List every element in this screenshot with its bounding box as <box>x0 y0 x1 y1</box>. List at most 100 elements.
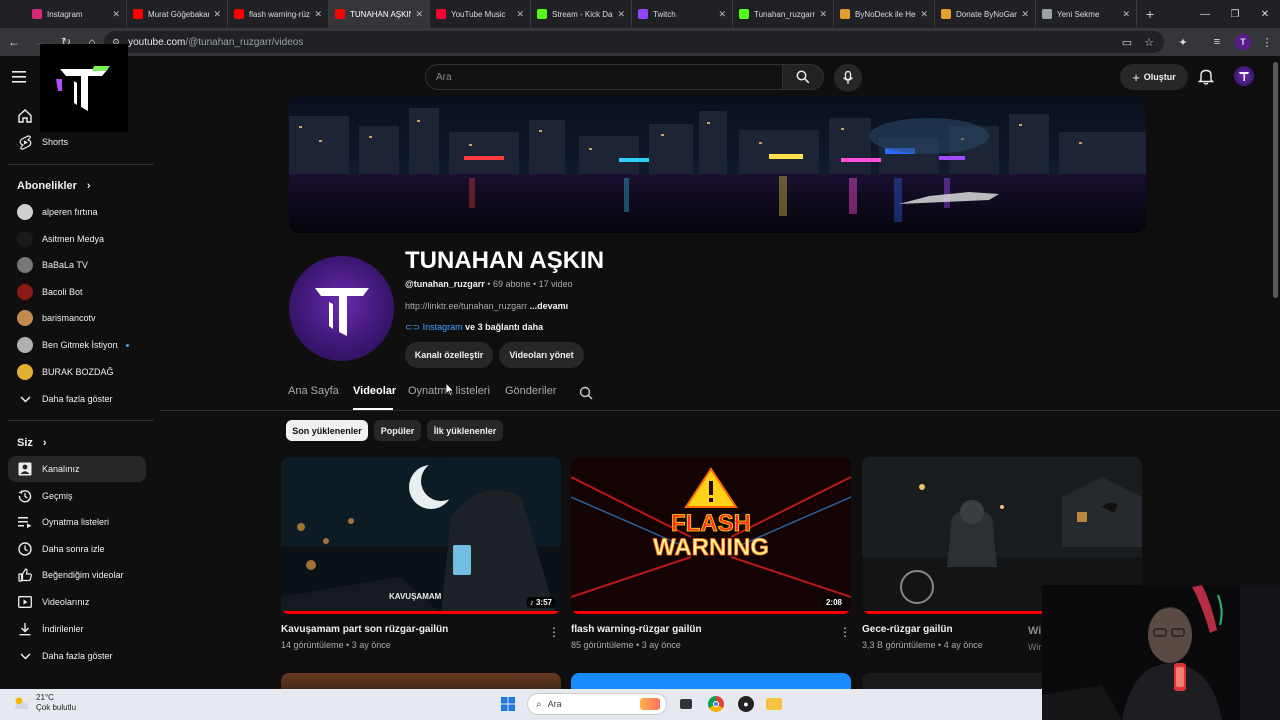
video-thumbnail[interactable]: FLASH WARNING 2:08 <box>571 457 851 614</box>
page-scrollbar[interactable] <box>1273 62 1278 298</box>
tab-home[interactable]: Ana Sayfa <box>288 385 339 397</box>
sidebar-subscription[interactable]: Asitmen Medya <box>8 226 146 252</box>
close-tab-icon[interactable]: ✕ <box>314 9 322 20</box>
sidebar-item-channel[interactable]: Kanalınız <box>8 456 146 482</box>
video-title[interactable]: Kavuşamam part son rüzgar-gailün <box>281 624 448 635</box>
video-menu-icon[interactable]: ⋮ <box>548 625 560 639</box>
chip-popular[interactable]: Popüler <box>374 420 421 441</box>
browser-tab-label: Murat Göğebakan <box>148 9 210 19</box>
weather-widget[interactable]: 21°C Çok bulutlu <box>14 693 76 713</box>
profile-avatar[interactable]: T <box>1232 30 1254 54</box>
close-tab-icon[interactable]: ✕ <box>112 9 120 20</box>
maximize-icon[interactable]: ❐ <box>1220 0 1250 28</box>
chip-oldest[interactable]: İlk yüklenenler <box>427 420 503 441</box>
close-tab-icon[interactable]: ✕ <box>415 9 423 20</box>
close-tab-icon[interactable]: ✕ <box>1021 9 1029 20</box>
search-icon <box>796 70 810 84</box>
address-bar[interactable]: ⚙ youtube.com/@tunahan_ruzgarr/videos <box>104 31 1164 53</box>
search-button[interactable] <box>782 64 824 90</box>
video-thumbnail[interactable]: KAVUŞAMAM ♪ 3:57 <box>281 457 561 614</box>
channel-description[interactable]: http://linktr.ee/tunahan_ruzgarr ...deva… <box>405 301 568 311</box>
cropped-meta-text: Wir <box>1028 642 1042 652</box>
browser-tab[interactable]: Donate ByNoGame ✕ <box>935 0 1036 28</box>
close-tab-icon[interactable]: ✕ <box>617 9 625 20</box>
extensions-icon[interactable]: ✦ <box>1172 30 1194 54</box>
channel-meta: @tunahan_ruzgarr • 69 abone • 17 video <box>405 279 573 289</box>
sidebar-item-like[interactable]: Beğendiğim videolar <box>8 562 146 588</box>
subscriptions-heading[interactable]: Abonelikler › <box>17 180 91 192</box>
minimize-icon[interactable]: — <box>1190 0 1220 28</box>
video-title[interactable]: flash warning-rüzgar gailün <box>571 624 702 635</box>
file-explorer-icon[interactable] <box>764 694 784 714</box>
new-tab-button[interactable]: + <box>1137 6 1163 22</box>
browser-tab[interactable]: TUNAHAN AŞKIN ✕ <box>329 0 430 28</box>
browser-tab[interactable]: flash warning-rüzgar ✕ <box>228 0 329 28</box>
video-duration: 2:08 <box>822 597 845 608</box>
customize-channel-button[interactable]: Kanalı özelleştir <box>405 342 493 368</box>
sidebar-subscription[interactable]: barismancotv <box>8 305 146 331</box>
bookmark-star-icon[interactable]: ☆ <box>1138 30 1160 54</box>
task-view-icon[interactable] <box>676 694 696 714</box>
sidebar-item-clock[interactable]: Daha sonra izle <box>8 536 146 562</box>
channel-search-icon[interactable] <box>579 386 593 405</box>
sidebar-subscription[interactable]: alperen fırtına <box>8 199 146 225</box>
browser-tab[interactable]: ByNoDeck ile Hediye ✕ <box>834 0 935 28</box>
sidebar-subscription[interactable]: Bacoli Bot <box>8 279 146 305</box>
channel-link-more[interactable]: ve 3 bağlantı daha <box>463 322 543 332</box>
channel-description-more[interactable]: ...devamı <box>530 301 569 311</box>
cast-icon[interactable]: ▭ <box>1116 30 1138 54</box>
close-tab-icon[interactable]: ✕ <box>819 9 827 20</box>
browser-tab[interactable]: Instagram ✕ <box>26 0 127 28</box>
browser-menu-icon[interactable]: ⋮ <box>1256 30 1278 54</box>
channel-links[interactable]: ⊂⊃ Instagram ve 3 bağlantı daha <box>405 322 543 333</box>
sidebar-subscription[interactable]: Ben Gitmek İstiyorum <box>8 332 146 358</box>
sidebar-item-label: Beğendiğim videolar <box>42 570 124 580</box>
manage-videos-button[interactable]: Videoları yönet <box>499 342 584 368</box>
windows-start-icon[interactable] <box>498 694 518 714</box>
history-icon <box>8 489 42 503</box>
search-input[interactable]: Ara <box>425 64 783 90</box>
video-title[interactable]: Gece-rüzgar gailün <box>862 624 953 635</box>
channel-link-main[interactable]: Instagram <box>423 322 463 332</box>
tab-posts[interactable]: Gönderiler <box>505 385 556 397</box>
obs-icon[interactable]: ● <box>736 694 756 714</box>
sidebar-item-history[interactable]: Geçmiş <box>8 483 146 509</box>
voice-search-button[interactable] <box>834 64 862 92</box>
sidebar-item-playlist[interactable]: Oynatma listeleri <box>8 509 146 535</box>
close-window-icon[interactable]: ✕ <box>1250 0 1280 28</box>
sidebar-subs-more[interactable]: Daha fazla göster <box>8 386 146 412</box>
close-tab-icon[interactable]: ✕ <box>718 9 726 20</box>
channel-avatar[interactable] <box>289 256 394 361</box>
browser-tab[interactable]: Twitch ✕ <box>632 0 733 28</box>
video-menu-icon[interactable]: ⋮ <box>839 625 851 639</box>
chrome-icon[interactable] <box>706 694 726 714</box>
chip-latest[interactable]: Son yüklenenler <box>286 420 368 441</box>
browser-tab[interactable]: Tunahan_ruzgarr ✕ <box>733 0 834 28</box>
you-heading[interactable]: Siz › <box>17 437 47 449</box>
close-tab-icon[interactable]: ✕ <box>1122 9 1130 20</box>
close-tab-icon[interactable]: ✕ <box>213 9 221 20</box>
sidebar-divider <box>8 164 154 165</box>
sidebar-item-chevron-down[interactable]: Daha fazla göster <box>8 643 146 669</box>
hamburger-menu-icon[interactable] <box>12 70 26 88</box>
close-tab-icon[interactable]: ✕ <box>516 9 524 20</box>
browser-tab[interactable]: YouTube Music ✕ <box>430 0 531 28</box>
home-icon[interactable] <box>18 109 32 128</box>
sidebar-subscription[interactable]: BURAK BOZDAĞ <box>8 359 146 385</box>
close-tab-icon[interactable]: ✕ <box>920 9 928 20</box>
media-control-icon[interactable]: ≡ <box>1206 30 1228 54</box>
create-button[interactable]: + Oluştur <box>1120 64 1188 90</box>
sidebar-item-shorts[interactable]: Shorts <box>8 129 146 155</box>
taskbar-search-input[interactable]: ⌕ Ara <box>527 693 667 715</box>
back-icon[interactable]: ← <box>2 30 26 54</box>
account-avatar[interactable] <box>1234 66 1254 86</box>
sidebar-item-video[interactable]: Videolarınız <box>8 589 146 615</box>
browser-tab[interactable]: Stream - Kick Dashboard ✕ <box>531 0 632 28</box>
browser-tab-label: Stream - Kick Dashboard <box>552 9 613 19</box>
sidebar-subscription[interactable]: BaBaLa TV <box>8 252 146 278</box>
browser-tab[interactable]: Murat Göğebakan ✕ <box>127 0 228 28</box>
browser-tab[interactable]: Yeni Sekme ✕ <box>1036 0 1137 28</box>
sidebar-item-download[interactable]: İndirilenler <box>8 616 146 642</box>
notifications-bell-icon[interactable] <box>1197 68 1215 90</box>
tab-videos[interactable]: Videolar <box>353 385 396 397</box>
